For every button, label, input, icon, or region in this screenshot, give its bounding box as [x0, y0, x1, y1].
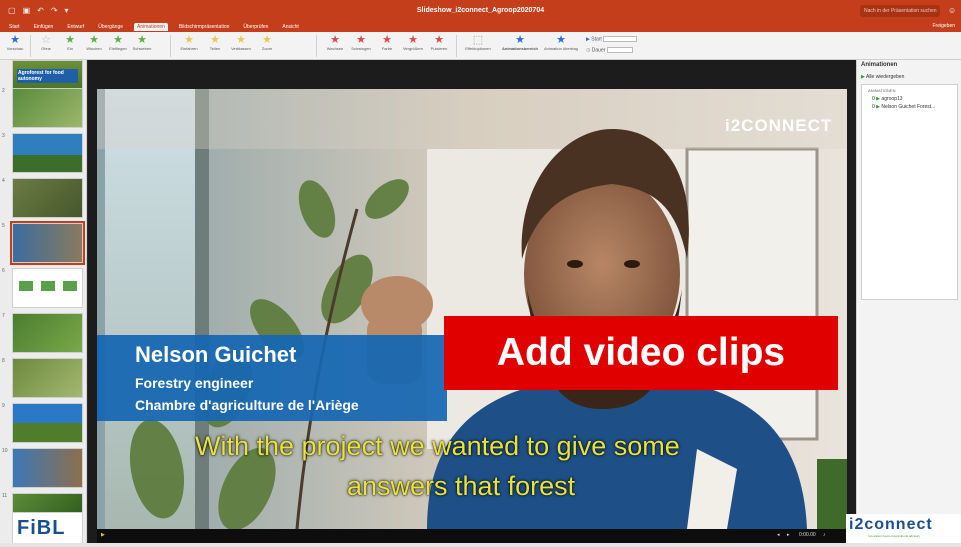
- tab-ueberpruefen[interactable]: Überprüfen: [240, 23, 271, 31]
- effect-none[interactable]: ☆ Ohne: [33, 34, 59, 51]
- effect-pulse[interactable]: ★ Pulsieren: [426, 34, 452, 51]
- tab-bildschirmpraesentation[interactable]: Bildschirmpräsentation: [176, 23, 233, 31]
- brand-tagline: Innovation beyond agricultural advisory: [868, 534, 921, 538]
- effect-grow[interactable]: ★ Wachsen: [322, 34, 348, 51]
- i2connect-footer-logo: i2connect Innovation beyond agricultural…: [846, 514, 961, 544]
- slide-thumb-12[interactable]: FiBL: [12, 512, 83, 544]
- preview-star-icon: ★: [10, 34, 20, 46]
- star-icon: ★: [113, 34, 123, 46]
- star-icon: ☆: [41, 34, 51, 46]
- animation-pane-button[interactable]: ★ Animationsbereich: [500, 34, 540, 51]
- star-icon: ★: [137, 34, 147, 46]
- slide-thumb-title: Agroforest for food autonomy: [17, 69, 78, 83]
- star-icon: ★: [236, 34, 246, 46]
- slide-thumb-5-selected[interactable]: [10, 221, 85, 265]
- animation-item[interactable]: 0 ▶ agroop13: [872, 96, 903, 102]
- options-icon: ⬚: [472, 34, 484, 46]
- effect-fly-in[interactable]: ★ Einfliegen: [105, 34, 131, 51]
- star-icon: ★: [65, 34, 75, 46]
- search-input[interactable]: Nach in der Präsentation suchen: [860, 5, 940, 17]
- star-icon: ★: [262, 34, 272, 46]
- play-icon: ▶: [876, 96, 881, 102]
- duration-control[interactable]: ◷ Dauer: [586, 47, 633, 53]
- animation-pane-header: Animationen: [861, 62, 898, 68]
- slide-thumb-8[interactable]: [12, 358, 83, 398]
- animation-item[interactable]: 0 ▶ Nelson Guichet Forest...: [872, 104, 935, 110]
- star-icon: ★: [330, 34, 340, 46]
- status-bar: [0, 543, 961, 547]
- animation-pane: Animationen ▶ Alle wiedergeben ANIMATION…: [856, 60, 961, 547]
- slide-thumb-7[interactable]: [12, 313, 83, 353]
- slide-thumb-9[interactable]: [12, 403, 83, 443]
- i2connect-watermark: i2CONNECT: [725, 116, 833, 135]
- speaker-name: Nelson Guichet: [135, 342, 297, 367]
- clock-icon: ◷: [586, 47, 591, 54]
- painter-icon: ★: [556, 34, 566, 46]
- star-icon: ★: [210, 34, 220, 46]
- smiley-icon[interactable]: ☺: [948, 6, 956, 15]
- play-all-button[interactable]: ▶ Alle wiedergeben: [861, 74, 904, 80]
- video-playback-bar[interactable]: ▶ ◂ ▸ 0:00.00 ♪: [97, 529, 847, 543]
- tab-uebergaenge[interactable]: Übergänge: [95, 23, 126, 31]
- effect-float[interactable]: ★ Schweben: [129, 34, 155, 51]
- title-bar: ▢ ▣ ↶ ↷ ▾ Slideshow_i2connect_Agroop2020…: [0, 0, 961, 22]
- play-icon: ▶: [876, 104, 881, 110]
- animation-painter-button[interactable]: ★Animation übertragen: [544, 34, 578, 51]
- slide-thumb-6[interactable]: [12, 268, 83, 308]
- effect-divide[interactable]: ★ Teilen: [202, 34, 228, 51]
- tab-start[interactable]: Start: [6, 23, 23, 31]
- step-back-icon[interactable]: ◂: [777, 532, 780, 538]
- step-forward-icon[interactable]: ▸: [787, 532, 790, 538]
- subtitle-line-2: answers that forest: [347, 471, 576, 501]
- speaker-role: Forestry engineer: [135, 375, 254, 391]
- star-icon: ★: [89, 34, 99, 46]
- star-icon: ★: [434, 34, 444, 46]
- preview-button[interactable]: ★ Vorschau: [2, 34, 28, 51]
- brand-text: i2connect: [849, 516, 933, 533]
- ribbon-tabs: Start Einfügen Entwurf Übergänge Animati…: [0, 22, 961, 32]
- start-control[interactable]: ▶ Start: [586, 36, 638, 43]
- tab-ansicht[interactable]: Ansicht: [279, 23, 301, 31]
- video-frame[interactable]: i2CONNECT Nelson Guichet Forestry engine…: [97, 89, 847, 529]
- effect-swing[interactable]: ★ Schwingen: [348, 34, 374, 51]
- tab-entwurf[interactable]: Entwurf: [64, 23, 87, 31]
- volume-icon[interactable]: ♪: [823, 532, 826, 538]
- effect-enlarge[interactable]: ★ Vergrößern: [400, 34, 426, 51]
- tab-einfuegen[interactable]: Einfügen: [31, 23, 57, 31]
- pane-icon: ★: [515, 34, 525, 46]
- poster: [817, 459, 847, 529]
- star-icon: ★: [184, 34, 194, 46]
- slide-thumb-4[interactable]: [12, 178, 83, 218]
- slide-thumb-2[interactable]: [12, 88, 83, 128]
- star-icon: ★: [382, 34, 392, 46]
- add-video-clips-banner: Add video clips: [444, 316, 838, 390]
- slide-thumb-3[interactable]: [12, 133, 83, 173]
- slide-thumbnail-panel[interactable]: Agroforest for food autonomy 2 3 4 5 6 7…: [0, 60, 87, 547]
- animation-list[interactable]: ANIMATIONEN 0 ▶ agroop13 0 ▶ Nelson Guic…: [861, 84, 958, 300]
- play-icon: ▶: [586, 36, 590, 43]
- effect-fade[interactable]: ★ Verblassen: [228, 34, 254, 51]
- animation-ribbon: ★ Vorschau ☆ Ohne ★ Ein ★ Wischen ★ Einfliege…: [0, 32, 961, 60]
- effect-zoom[interactable]: ★ Zoom: [254, 34, 280, 51]
- effect-appear[interactable]: ★ Ein: [57, 34, 83, 51]
- effect-wipe[interactable]: ★ Wischen: [81, 34, 107, 51]
- effect-color[interactable]: ★ Farbe: [374, 34, 400, 51]
- tab-animationen[interactable]: Animationen: [134, 23, 168, 31]
- video-scene: [97, 89, 847, 529]
- document-title: Slideshow_i2connect_Agroop2020704: [416, 7, 545, 14]
- star-icon: ★: [356, 34, 366, 46]
- subtitle-line-1: With the project we wanted to give some: [195, 431, 680, 461]
- slide-thumb-10[interactable]: [12, 448, 83, 488]
- play-icon[interactable]: ▶: [101, 532, 105, 538]
- effect-split[interactable]: ★ Einfahren: [176, 34, 202, 51]
- effect-options-button[interactable]: ⬚ Effektoptionen: [460, 34, 496, 51]
- time-readout: 0:00.00: [799, 532, 816, 538]
- star-icon: ★: [408, 34, 418, 46]
- fibl-logo: FiBL: [17, 517, 66, 539]
- speaker-organization: Chambre d'agriculture de l'Ariège: [135, 397, 359, 413]
- play-icon: ▶: [861, 74, 865, 80]
- share-button[interactable]: Freigeben: [932, 23, 955, 29]
